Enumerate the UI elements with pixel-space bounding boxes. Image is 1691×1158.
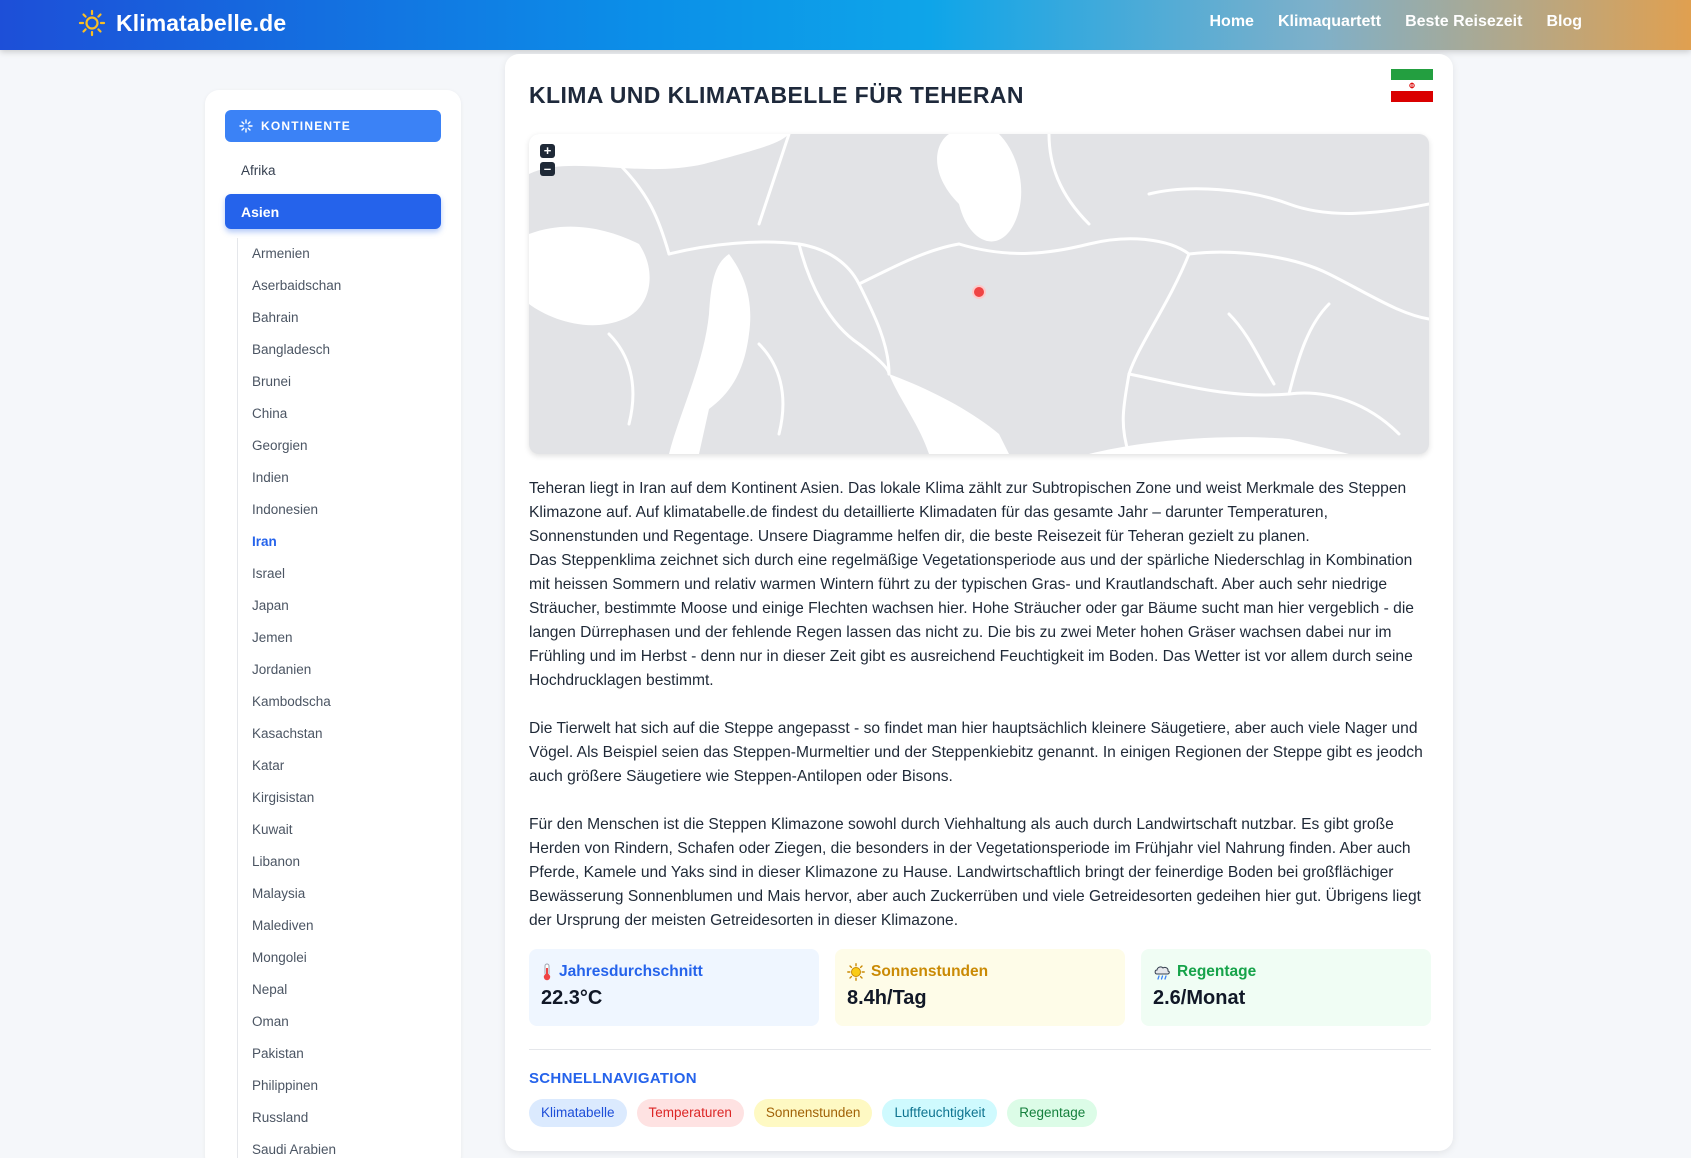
description: Teheran liegt in Iran auf dem Kontinent … xyxy=(529,477,1431,933)
stat-card-raindays: Regentage 2.6/Monat xyxy=(1141,949,1431,1026)
main-card: Klima und Klimatabelle für Teheran xyxy=(505,54,1453,1151)
sidebar-country-nepal[interactable]: Nepal xyxy=(238,974,437,1006)
top-header: Klimatabelle.de Home Klimaquartett Beste… xyxy=(0,0,1691,50)
location-marker-icon[interactable] xyxy=(972,285,986,299)
sidebar-country-kasachstan[interactable]: Kasachstan xyxy=(238,718,437,750)
sidebar-country-mongolei[interactable]: Mongolei xyxy=(238,942,437,974)
quicknav-regentage[interactable]: Regentage xyxy=(1007,1099,1098,1127)
sparkle-icon xyxy=(239,119,253,133)
divider xyxy=(529,1049,1431,1050)
sidebar-country-japan[interactable]: Japan xyxy=(238,590,437,622)
sidebar-country-iran[interactable]: Iran xyxy=(238,526,437,558)
sidebar-country-oman[interactable]: Oman xyxy=(238,1006,437,1038)
climate-stats: Jahresdurchschnitt 22.3°C Sonnenstunden … xyxy=(529,949,1431,1026)
thermometer-icon xyxy=(543,963,551,981)
continents-header-button[interactable]: Kontinente xyxy=(225,110,441,142)
location-map[interactable]: + – xyxy=(529,134,1429,454)
sidebar-country-israel[interactable]: Israel xyxy=(238,558,437,590)
sidebar-item-afrika[interactable]: Afrika xyxy=(241,163,276,178)
quicknav-luftfeuchtigkeit[interactable]: Luftfeuchtigkeit xyxy=(882,1099,998,1127)
country-list: Armenien Aserbaidschan Bahrain Bangladesch B… xyxy=(237,238,437,1158)
stat-temperature-value: 22.3°C xyxy=(541,987,603,1009)
sun-icon xyxy=(78,9,106,37)
sidebar-country-russland[interactable]: Russland xyxy=(238,1102,437,1134)
sidebar-country-philippinen[interactable]: Philippinen xyxy=(238,1070,437,1102)
sidebar-country-indien[interactable]: Indien xyxy=(238,462,437,494)
nav-blog[interactable]: Blog xyxy=(1546,13,1582,31)
sidebar-country-armenien[interactable]: Armenien xyxy=(238,238,437,270)
sun-icon xyxy=(847,963,865,981)
quicknav-title: Schnellnavigation xyxy=(529,1070,697,1087)
brand-logo[interactable]: Klimatabelle.de xyxy=(78,9,286,37)
sidebar-country-kambodscha[interactable]: Kambodscha xyxy=(238,686,437,718)
sidebar-country-aserbaidschan[interactable]: Aserbaidschan xyxy=(238,270,437,302)
quicknav-sonnenstunden[interactable]: Sonnenstunden xyxy=(753,1099,873,1127)
sidebar-country-georgien[interactable]: Georgien xyxy=(238,430,437,462)
stat-raindays-label: Regentage xyxy=(1177,963,1257,980)
quicknav-klimatabelle[interactable]: Klimatabelle xyxy=(529,1099,627,1127)
sidebar-country-jemen[interactable]: Jemen xyxy=(238,622,437,654)
sidebar-country-malediven[interactable]: Malediven xyxy=(238,910,437,942)
paragraph-climate: Das Steppenklima zeichnet sich durch ein… xyxy=(529,552,1414,689)
page-title: Klima und Klimatabelle für Teheran xyxy=(529,82,1024,108)
stat-sunshine-value: 8.4h/Tag xyxy=(847,987,927,1009)
stat-card-sunshine: Sonnenstunden 8.4h/Tag xyxy=(835,949,1125,1026)
sidebar-country-bahrain[interactable]: Bahrain xyxy=(238,302,437,334)
quicknav-pills: Klimatabelle Temperaturen Sonnenstunden … xyxy=(529,1099,1098,1127)
iran-flag-icon xyxy=(1391,69,1433,102)
continents-label: Kontinente xyxy=(261,119,351,133)
nav-home[interactable]: Home xyxy=(1209,13,1253,31)
main-nav: Home Klimaquartett Beste Reisezeit Blog xyxy=(1209,13,1582,31)
map-zoom-out-button[interactable]: – xyxy=(540,162,555,176)
sidebar-country-kuwait[interactable]: Kuwait xyxy=(238,814,437,846)
paragraph-fauna: Die Tierwelt hat sich auf die Steppe ang… xyxy=(529,720,1423,785)
map-zoom-in-button[interactable]: + xyxy=(540,144,555,158)
sidebar-country-indonesien[interactable]: Indonesien xyxy=(238,494,437,526)
paragraph-intro: Teheran liegt in Iran auf dem Kontinent … xyxy=(529,480,1407,545)
sidebar-country-malaysia[interactable]: Malaysia xyxy=(238,878,437,910)
sidebar-item-asien[interactable]: Asien xyxy=(225,194,441,229)
sidebar-country-china[interactable]: China xyxy=(238,398,437,430)
nav-klimaquartett[interactable]: Klimaquartett xyxy=(1278,13,1381,31)
stat-raindays-value: 2.6/Monat xyxy=(1153,987,1246,1009)
stat-card-temperature: Jahresdurchschnitt 22.3°C xyxy=(529,949,819,1026)
stat-sunshine-label: Sonnenstunden xyxy=(871,963,989,980)
sidebar: Kontinente Afrika Asien Armenien Aserbaid… xyxy=(205,90,461,1158)
sidebar-country-libanon[interactable]: Libanon xyxy=(238,846,437,878)
sidebar-country-jordanien[interactable]: Jordanien xyxy=(238,654,437,686)
stat-temperature-label: Jahresdurchschnitt xyxy=(559,963,703,980)
brand-name[interactable]: Klimatabelle.de xyxy=(116,10,286,37)
sidebar-country-katar[interactable]: Katar xyxy=(238,750,437,782)
sidebar-country-pakistan[interactable]: Pakistan xyxy=(238,1038,437,1070)
rain-cloud-icon xyxy=(1154,966,1170,980)
sidebar-country-brunei[interactable]: Brunei xyxy=(238,366,437,398)
paragraph-agriculture: Für den Menschen ist die Steppen Klimazo… xyxy=(529,816,1421,929)
nav-beste-reisezeit[interactable]: Beste Reisezeit xyxy=(1405,13,1522,31)
sidebar-country-bangladesch[interactable]: Bangladesch xyxy=(238,334,437,366)
sidebar-country-kirgisistan[interactable]: Kirgisistan xyxy=(238,782,437,814)
sidebar-country-saudi-arabien[interactable]: Saudi Arabien xyxy=(238,1134,437,1158)
quicknav-temperaturen[interactable]: Temperaturen xyxy=(636,1099,744,1127)
